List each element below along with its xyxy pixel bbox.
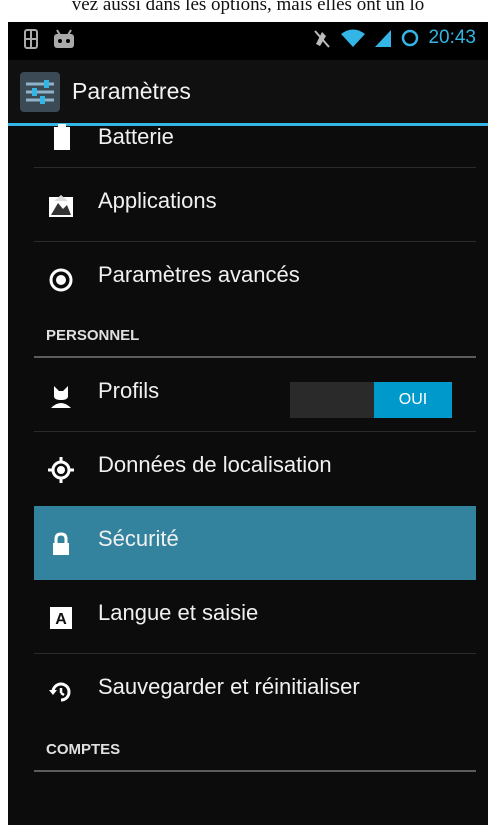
list-item-label: Données de localisation [98, 452, 332, 477]
status-bar: 20:43 [8, 22, 488, 60]
settings-app-icon[interactable] [20, 72, 60, 112]
language-icon: A [50, 607, 72, 629]
battery-icon [54, 124, 70, 150]
section-divider [34, 770, 476, 772]
profiles-icon [51, 386, 71, 408]
list-item-advanced-settings[interactable]: Paramètres avancés [34, 242, 476, 316]
list-item-backup[interactable]: Sauvegarder et réinitialiser [34, 654, 476, 728]
list-item-label: Applications [98, 188, 217, 213]
applications-icon [49, 195, 73, 217]
list-item-label: Paramètres avancés [98, 262, 300, 287]
section-header-label: COMPTES [46, 741, 121, 758]
list-item-security[interactable]: Sécurité [34, 506, 476, 580]
section-header-label: PERSONNEL [46, 327, 140, 344]
list-item-label: Langue et saisie [98, 600, 259, 625]
signal-icon [375, 30, 392, 47]
list-item-location[interactable]: Données de localisation [34, 432, 476, 506]
list-item-language[interactable]: A Langue et saisie [34, 580, 476, 654]
list-item-applications[interactable]: Applications [34, 168, 476, 242]
list-item-label: Batterie [98, 124, 174, 149]
section-header-personal: PERSONNEL [34, 314, 476, 358]
svg-text:A: A [55, 611, 67, 628]
toggle-on-label: OUI [374, 382, 452, 418]
wifi-icon [341, 29, 366, 47]
sync-icon [402, 29, 419, 47]
list-item-label: Sauvegarder et réinitialiser [98, 674, 360, 699]
backup-icon [49, 682, 71, 702]
advanced-settings-icon [49, 268, 73, 292]
android-icon [54, 29, 74, 48]
location-icon [48, 457, 74, 483]
profiles-toggle[interactable]: OUI [290, 382, 452, 418]
lock-icon [53, 532, 69, 555]
list-item-profiles[interactable]: Profils OUI [34, 358, 476, 432]
phone-icon [24, 29, 38, 49]
page-caption: vez aussi dans les options, mais elles o… [71, 0, 425, 15]
phone-screen: 20:43 Paramètres Batterie Applications P… [8, 22, 488, 825]
mute-icon [314, 30, 331, 48]
list-item-label: Sécurité [98, 526, 179, 551]
page-title: Paramètres [72, 78, 191, 104]
list-item-label: Profils [98, 378, 160, 403]
status-clock: 20:43 [428, 27, 476, 48]
section-header-accounts: COMPTES [34, 728, 476, 772]
action-bar: Paramètres [8, 60, 488, 124]
list-item-battery[interactable]: Batterie [34, 116, 476, 168]
